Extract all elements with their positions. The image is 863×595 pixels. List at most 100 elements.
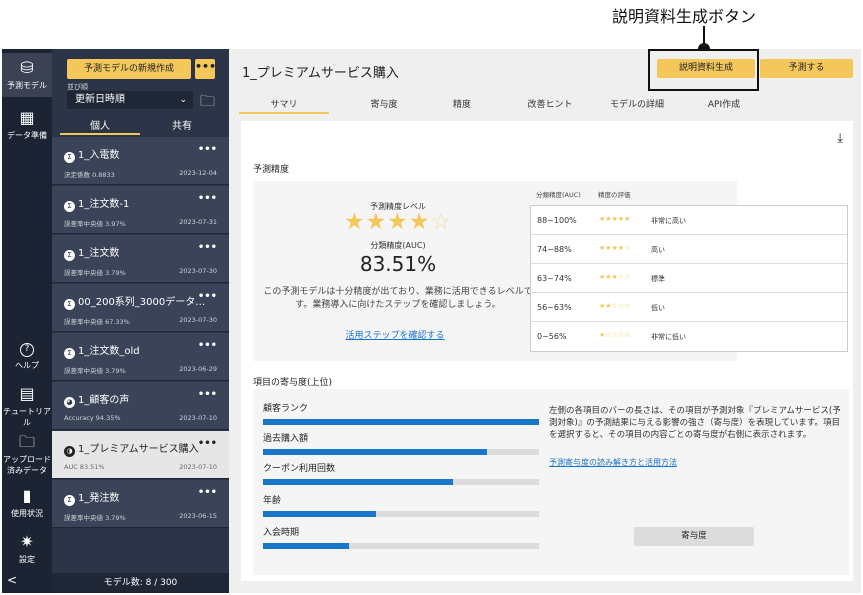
- model-metric: Accuracy 94.35%: [64, 414, 121, 422]
- contribution-bar-track: [263, 449, 539, 455]
- contribution-bar-item[interactable]: 年齢: [263, 493, 539, 517]
- model-date: 2023-06-15: [179, 512, 217, 520]
- binary-class-icon: ◑: [64, 446, 75, 457]
- tab-personal[interactable]: 個人: [60, 117, 140, 135]
- upload-icon: 🗀: [18, 432, 35, 451]
- model-metric: 誤差率中央値 67.33%: [64, 318, 130, 326]
- table-header: 精度の評価: [598, 191, 631, 199]
- model-date: 2023-06-29: [179, 365, 217, 373]
- model-date: 2023-07-10: [179, 414, 217, 422]
- tab-model-details[interactable]: モデルの詳細: [592, 97, 682, 110]
- eval-cell: 低い: [651, 304, 665, 312]
- regression-icon: Σ: [64, 495, 75, 506]
- nav-item-prediction-model[interactable]: ⛁ 予測モデル: [2, 53, 52, 97]
- range-cell: 63~74%: [537, 274, 572, 283]
- model-metric: 誤差率中央値 3.79%: [64, 269, 126, 277]
- model-name: Σ 1_注文数-1: [64, 195, 129, 212]
- star-empty-icon: ☆: [430, 209, 453, 235]
- accuracy-description: この予測モデルは十分精度が出ており、業務に活用できるレベルです。業務導入に向けた…: [263, 287, 533, 310]
- accuracy-table-body: 88~100% ★★★★★ 非常に高い 74~88% ★★★★☆ 高い 63~7…: [530, 205, 848, 352]
- main-panel: 1_プレミアムサービス購入 説明資料生成 予測する サマリ 寄与度 精度 改善ヒ…: [229, 49, 861, 593]
- accuracy-stars: ★★★★☆: [328, 209, 468, 235]
- tutorial-icon: ▤: [19, 384, 35, 403]
- list-item[interactable]: ◕ 1_顧客の声 ••• Accuracy 94.35% 2023-07-10: [52, 382, 229, 430]
- nav-item-data-prep[interactable]: ▦ データ準備: [2, 105, 52, 145]
- auc-label: 分類精度(AUC): [370, 241, 426, 250]
- contribution-label: 入会時期: [263, 528, 300, 538]
- model-name: Σ 1_入電数: [64, 146, 119, 163]
- eval-cell: 非常に低い: [651, 333, 686, 341]
- nav-label: アップロード済みデータ: [3, 455, 51, 475]
- contribution-bar-item[interactable]: 顧客ランク: [263, 401, 539, 425]
- model-name: Σ 1_注文数: [64, 244, 119, 261]
- summary-content: ⤓ 予測精度 予測精度レベル ★★★★☆ 分類精度(AUC) 83.51% この…: [241, 121, 853, 581]
- list-item[interactable]: Σ 00_200系列_3000データ… ••• 誤差率中央値 67.33% 202…: [52, 284, 229, 332]
- tab-shared[interactable]: 共有: [142, 117, 222, 132]
- contribution-button[interactable]: 寄与度: [634, 527, 754, 546]
- tab-contribution[interactable]: 寄与度: [339, 97, 429, 110]
- model-metric: 誤差率中央値 3.79%: [64, 514, 126, 522]
- list-item[interactable]: Σ 1_発注数 ••• 誤差率中央値 3.79% 2023-06-15: [52, 480, 229, 528]
- new-folder-icon[interactable]: 🗀: [200, 91, 215, 116]
- usage-steps-link[interactable]: 活用ステップを確認する: [335, 328, 455, 341]
- range-cell: 74~88%: [537, 245, 572, 254]
- tab-improvement-hints[interactable]: 改善ヒント: [505, 97, 595, 110]
- contribution-bar-item[interactable]: 入会時期: [263, 525, 539, 549]
- list-item[interactable]: Σ 1_注文数_old ••• 誤差率中央値 3.79% 2023-06-29: [52, 333, 229, 381]
- contribution-label: 顧客ランク: [263, 404, 309, 414]
- model-menu-button[interactable]: •••: [198, 438, 217, 449]
- model-list-panel: 予測モデルの新規作成 ••• 並び順 更新日時順 ⌄ 🗀 個人 共有 Σ 1_入電…: [52, 49, 229, 593]
- model-date: 2023-12-04: [179, 169, 217, 177]
- model-name: Σ 00_200系列_3000データ…: [64, 293, 205, 310]
- model-name: ◑ 1_プレミアムサービス購入: [64, 440, 199, 457]
- list-item[interactable]: Σ 1_入電数 ••• 決定係数 0.8833 2023-12-04: [52, 137, 229, 185]
- nav-item-settings[interactable]: ✷ 設定: [2, 533, 52, 567]
- nav-item-help[interactable]: ? ヘルプ: [2, 341, 52, 375]
- download-icon[interactable]: ⤓: [837, 131, 843, 146]
- eval-cell: 高い: [651, 246, 665, 254]
- list-item[interactable]: ◑ 1_プレミアムサービス購入 ••• AUC 83.51% 2023-07-10: [52, 431, 229, 479]
- model-date: 2023-07-31: [179, 218, 217, 226]
- tab-accuracy[interactable]: 精度: [417, 97, 507, 110]
- model-name: ◕ 1_顧客の声: [64, 391, 129, 408]
- model-menu-button[interactable]: •••: [198, 144, 217, 155]
- model-menu-button[interactable]: •••: [198, 193, 217, 204]
- annotation-highlight-box: [648, 49, 759, 91]
- model-date: 2023-07-10: [179, 463, 217, 471]
- star-rating-icon: ★★★★★: [599, 215, 631, 223]
- star-rating-icon: ★☆☆☆☆: [599, 331, 631, 339]
- nav-item-tutorial[interactable]: ▤ チュートリアル: [2, 384, 52, 428]
- more-options-button[interactable]: •••: [195, 59, 216, 79]
- model-name: Σ 1_注文数_old: [64, 342, 140, 359]
- model-name: Σ 1_発注数: [64, 489, 119, 506]
- list-item[interactable]: Σ 1_注文数 ••• 誤差率中央値 3.79% 2023-07-30: [52, 235, 229, 283]
- model-menu-button[interactable]: •••: [198, 340, 217, 351]
- prediction-model-icon: ⛁: [20, 58, 34, 77]
- accuracy-section-title: 予測精度: [253, 165, 290, 175]
- sort-select[interactable]: 更新日時順 ⌄: [67, 91, 193, 109]
- nav-label: ヘルプ: [15, 361, 39, 370]
- contribution-label: クーポン利用回数: [263, 464, 336, 474]
- model-menu-button[interactable]: •••: [198, 242, 217, 253]
- list-item[interactable]: Σ 1_注文数-1 ••• 誤差率中央値 3.97% 2023-07-31: [52, 186, 229, 234]
- nav-item-uploaded-data[interactable]: 🗀 アップロード済みデータ: [2, 433, 52, 477]
- contribution-guide-link[interactable]: 予測寄与度の読み解き方と活用方法: [549, 457, 677, 468]
- contribution-bar-item[interactable]: クーポン利用回数: [263, 461, 539, 485]
- nav-label: チュートリアル: [3, 407, 51, 427]
- model-menu-button[interactable]: •••: [198, 291, 217, 302]
- help-icon: ?: [20, 343, 34, 357]
- main-tabs: サマリ 寄与度 精度 改善ヒント モデルの詳細 API作成: [239, 93, 839, 114]
- predict-button[interactable]: 予測する: [760, 59, 853, 78]
- contribution-bar-item[interactable]: 過去購入額: [263, 431, 539, 455]
- tab-api[interactable]: API作成: [679, 97, 769, 110]
- collapse-nav-button[interactable]: <: [7, 573, 17, 587]
- new-model-button[interactable]: 予測モデルの新規作成: [67, 59, 191, 79]
- accuracy-box: 予測精度レベル ★★★★☆ 分類精度(AUC) 83.51% この予測モデルは十…: [253, 181, 848, 361]
- model-menu-button[interactable]: •••: [198, 389, 217, 400]
- regression-icon: Σ: [64, 201, 75, 212]
- tab-summary[interactable]: サマリ: [239, 97, 329, 114]
- table-row: 88~100% ★★★★★ 非常に高い: [531, 206, 847, 235]
- nav-item-usage[interactable]: ▮ 使用状況: [2, 487, 52, 521]
- model-menu-button[interactable]: •••: [198, 487, 217, 498]
- list-tabs: 個人 共有: [52, 115, 229, 135]
